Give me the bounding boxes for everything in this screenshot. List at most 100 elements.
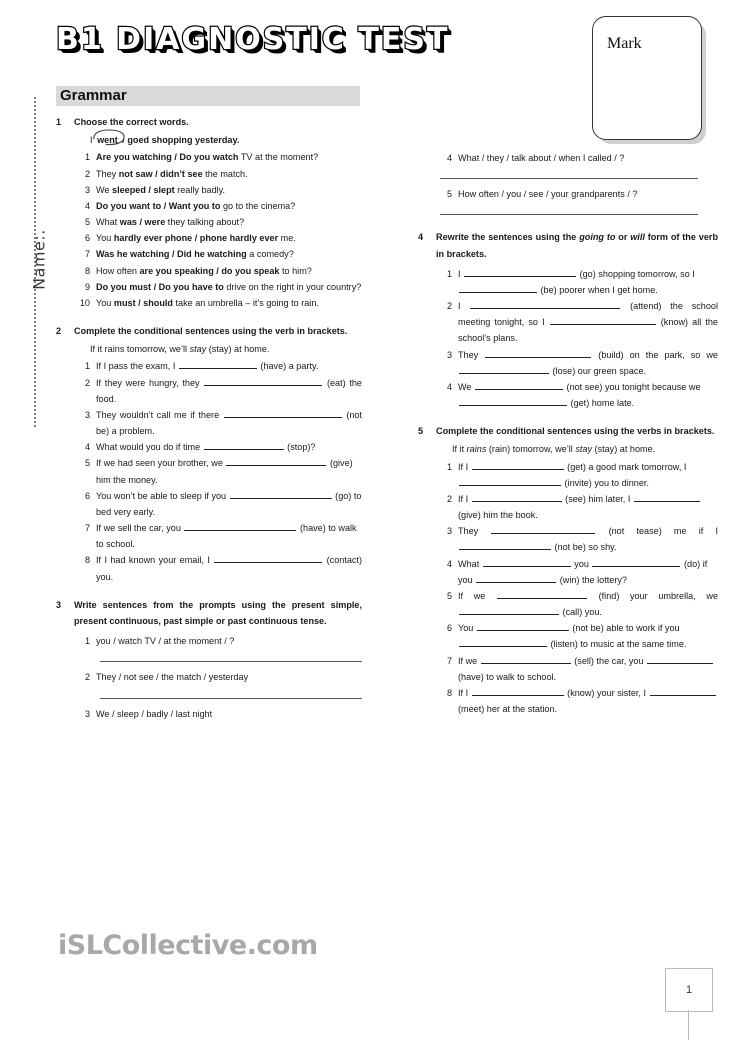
item-bold: was / were	[119, 217, 166, 228]
answer-blank[interactable]	[459, 476, 561, 486]
page-title: B1 DIAGNOSTIC TEST	[55, 21, 450, 58]
answer-blank[interactable]	[204, 376, 323, 386]
exercise-5-number: 5	[418, 426, 424, 437]
page-number: 1	[685, 984, 693, 996]
item-text: If I (get) a good mark tomorrow, I (invi…	[458, 459, 718, 491]
answer-blank[interactable]	[482, 557, 571, 567]
section-heading-label: Grammar	[60, 87, 127, 104]
list-item: 2 If I (see) him later, I (give) him the …	[436, 491, 718, 523]
item-plain: go to the cinema?	[220, 200, 296, 211]
left-column: 1 Choose the correct words. I went / goe…	[56, 114, 362, 731]
answer-line[interactable]	[100, 661, 362, 663]
exercise-4-header: 4 Rewrite the sentences using the going …	[418, 229, 718, 261]
answer-blank[interactable]	[184, 521, 297, 532]
item-bold: hardly ever phone / phone hardly ever	[113, 233, 279, 244]
item-text: If we sell the car, you (have) to walk t…	[96, 520, 362, 552]
answer-blank[interactable]	[203, 440, 284, 451]
exercise-5-header: 5 Complete the conditional sentences usi…	[418, 423, 718, 439]
item-plain: If we had seen your brother, we	[96, 458, 226, 469]
list-item: 3 They wouldn’t call me if there (not be)…	[74, 407, 362, 439]
answer-blank[interactable]	[459, 637, 547, 648]
list-item: 1I (go) shopping tomorrow, so I (be) poo…	[436, 266, 718, 298]
item-plain: (listen) to music at the same time.	[548, 639, 687, 650]
exercise-5: 5 Complete the conditional sentences usi…	[418, 423, 718, 717]
answer-blank[interactable]	[459, 364, 549, 374]
example-answer: rains	[466, 444, 487, 455]
item-number: 8	[84, 555, 90, 566]
answer-blank[interactable]	[476, 573, 557, 583]
answer-blank[interactable]	[226, 456, 327, 467]
item-text: What / they / talk about / when I called…	[458, 153, 625, 163]
item-plain: They	[458, 349, 485, 360]
item-plain: If we sell the car, you	[96, 523, 184, 534]
answer-blank[interactable]	[476, 621, 569, 632]
page-number-box: 1	[665, 968, 713, 1012]
item-text: We (not see) you tonight because we (get…	[458, 379, 718, 411]
item-plain: We	[96, 184, 113, 195]
answer-blank[interactable]	[223, 408, 342, 418]
item-text: We sleeped / slept really badly.	[96, 182, 362, 198]
answer-blank[interactable]	[178, 359, 257, 370]
item-text: I (go) shopping tomorrow, so I (be) poor…	[458, 266, 718, 298]
mark-label: Mark	[607, 35, 642, 52]
item-number: 2	[84, 672, 90, 683]
item-bold: Do you want to / Want you to	[96, 200, 221, 211]
answer-blank[interactable]	[480, 654, 571, 664]
answer-blank[interactable]	[496, 589, 587, 599]
answer-blank[interactable]	[470, 299, 621, 310]
answer-blank[interactable]	[229, 489, 332, 499]
watermark: iSLCollective.com	[58, 930, 318, 961]
list-item: 5 What was / were they talking about?	[74, 214, 362, 230]
answer-line[interactable]	[440, 214, 698, 216]
answer-blank[interactable]	[464, 267, 577, 277]
item-number: 3	[84, 409, 90, 420]
item-text: If I (see) him later, I (give) him the b…	[458, 491, 718, 523]
answer-blank[interactable]	[647, 654, 714, 664]
answer-blank[interactable]	[633, 492, 700, 502]
answer-blank[interactable]	[475, 380, 564, 390]
item-number: 4	[446, 558, 452, 569]
answer-blank[interactable]	[471, 460, 564, 470]
item-number: 4	[446, 381, 452, 392]
answer-blank[interactable]	[491, 524, 596, 535]
item-text: If I had known your email, I (contact) y…	[96, 552, 362, 584]
answer-line[interactable]	[100, 697, 362, 699]
list-item: 6 You (not be) able to work if you (liste…	[436, 620, 718, 652]
answer-blank[interactable]	[459, 396, 567, 407]
answer-blank[interactable]	[214, 553, 323, 564]
exercise-2-number: 2	[56, 326, 62, 337]
answer-blank[interactable]	[471, 492, 562, 502]
list-item: 2 They not saw / didn’t see the match.	[74, 166, 362, 182]
circled-answer: went	[93, 129, 125, 148]
item-plain: (go) shopping tomorrow, so I	[577, 268, 695, 279]
answer-blank[interactable]	[485, 348, 592, 358]
item-text: You (not be) able to work if you (listen…	[458, 620, 718, 652]
mark-box: Mark	[592, 16, 702, 140]
item-number: 3	[446, 349, 452, 360]
item-text: You hardly ever phone / phone hardly eve…	[96, 230, 362, 246]
answer-blank[interactable]	[471, 686, 564, 696]
item-plain: I	[458, 268, 464, 279]
list-item: 4 Do you want to / Want you to go to the …	[74, 198, 362, 214]
answer-line[interactable]	[440, 178, 698, 180]
exercise-4: 4 Rewrite the sentences using the going …	[418, 229, 718, 411]
item-text: How often / you / see / your grandparent…	[458, 189, 638, 200]
item-bold: Was he watching / Did he watching	[96, 249, 247, 260]
answer-blank[interactable]	[592, 557, 681, 567]
item-plain: they talking about?	[165, 217, 245, 228]
example-answer: stay	[189, 344, 207, 355]
item-number: 2	[84, 377, 90, 388]
exercise-3-number: 3	[56, 599, 62, 610]
item-bold: Are you watching / Do you watch	[96, 152, 239, 163]
answer-blank[interactable]	[459, 283, 537, 293]
item-text: Was he watching / Did he watching a come…	[96, 246, 362, 262]
answer-blank[interactable]	[649, 686, 716, 696]
item-plain: you	[571, 558, 592, 569]
answer-blank[interactable]	[459, 540, 551, 551]
item-plain: take an umbrella – it’s going to rain.	[172, 297, 319, 308]
list-item: 8 If I had known your email, I (contact) …	[74, 552, 362, 584]
answer-blank[interactable]	[549, 315, 656, 326]
item-plain: You	[96, 233, 114, 244]
answer-blank[interactable]	[459, 605, 559, 616]
item-plain: the match.	[202, 168, 248, 179]
